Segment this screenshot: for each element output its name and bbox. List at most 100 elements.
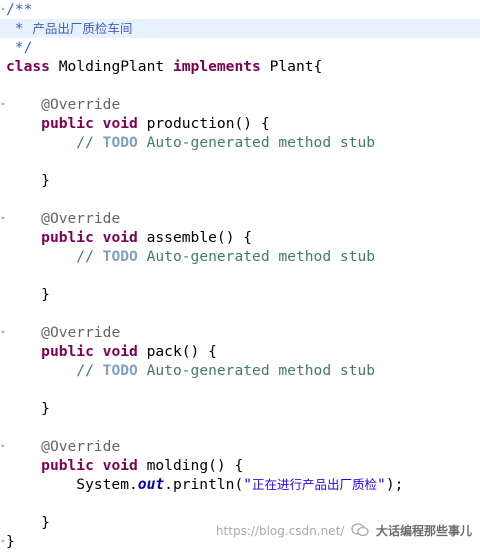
code-line-content: // TODO Auto-generated method stub xyxy=(6,248,375,265)
code-token: System. xyxy=(6,476,138,493)
code-token: // xyxy=(76,134,103,151)
code-line[interactable]: // TODO Auto-generated method stub xyxy=(0,133,480,152)
code-token: } xyxy=(6,172,50,189)
code-line[interactable]: class MoldingPlant implements Plant{ xyxy=(0,57,480,76)
fold-marker-icon[interactable]: ▸ xyxy=(1,328,6,336)
code-line[interactable] xyxy=(0,304,480,323)
code-token: ); xyxy=(385,476,404,493)
code-token: implements xyxy=(172,58,261,75)
watermark-account: 大话编程那些事儿 xyxy=(375,524,472,538)
code-line-content: } xyxy=(6,533,15,550)
code-line-content: @Override xyxy=(6,96,120,113)
code-token: Auto-generated method stub xyxy=(137,362,376,379)
code-token: void xyxy=(102,457,138,474)
code-line[interactable] xyxy=(0,418,480,437)
code-line-content: /** xyxy=(6,1,32,18)
wechat-logo-icon xyxy=(351,523,369,540)
code-line-content: System.out.println("正在进行产品出厂质检"); xyxy=(6,476,403,493)
code-token: class xyxy=(6,58,50,75)
code-token: Auto-generated method stub xyxy=(137,134,376,151)
code-line[interactable]: /** xyxy=(0,0,480,19)
code-token: /** xyxy=(6,1,33,18)
watermark: https://blog.csdn.net/ 大话编程那些事儿 xyxy=(216,522,472,540)
code-line[interactable]: public void pack() { xyxy=(0,342,480,361)
code-token: void xyxy=(102,229,138,246)
code-token: */ xyxy=(6,39,33,56)
code-line[interactable]: @Override xyxy=(0,437,480,456)
code-token: @Override xyxy=(41,210,121,227)
code-token: @Override xyxy=(41,438,121,455)
code-token: @Override xyxy=(41,324,121,341)
code-line[interactable]: public void molding() { xyxy=(0,456,480,475)
code-line-content: public void pack() { xyxy=(6,343,217,360)
code-line[interactable]: // TODO Auto-generated method stub xyxy=(0,247,480,266)
code-line[interactable] xyxy=(0,380,480,399)
code-token: out xyxy=(137,476,165,493)
code-line[interactable]: } xyxy=(0,399,480,418)
code-line-content: @Override xyxy=(6,438,120,455)
code-token: public xyxy=(41,457,94,474)
code-line[interactable] xyxy=(0,494,480,513)
code-line[interactable]: * 产品出厂质检车间 xyxy=(0,19,480,38)
fold-marker-icon[interactable]: ▸ xyxy=(1,5,6,13)
code-line[interactable]: @Override xyxy=(0,323,480,342)
code-line[interactable]: @Override xyxy=(0,95,480,114)
code-line[interactable] xyxy=(0,76,480,95)
code-token: " xyxy=(243,476,253,493)
code-token: * xyxy=(6,20,33,37)
code-line-content: } xyxy=(6,172,50,189)
code-line[interactable]: @Override xyxy=(0,209,480,228)
code-line[interactable] xyxy=(0,190,480,209)
code-line[interactable]: } xyxy=(0,171,480,190)
fold-marker-icon[interactable]: ▸ xyxy=(1,537,6,545)
code-line-content: // TODO Auto-generated method stub xyxy=(6,362,375,379)
code-line[interactable]: public void assemble() { xyxy=(0,228,480,247)
code-line-content: * 产品出厂质检车间 xyxy=(6,20,133,37)
code-line-content: } xyxy=(6,286,50,303)
code-token: production() { xyxy=(137,115,270,132)
code-line[interactable] xyxy=(0,152,480,171)
code-line-content: } xyxy=(6,400,50,417)
code-line[interactable]: public void production() { xyxy=(0,114,480,133)
code-token: } xyxy=(6,533,15,550)
code-line[interactable]: } xyxy=(0,285,480,304)
code-token: } xyxy=(6,400,50,417)
code-token: TODO xyxy=(102,134,138,151)
code-token: TODO xyxy=(102,362,138,379)
code-token: // xyxy=(76,362,103,379)
code-token: void xyxy=(102,343,138,360)
code-line-content: // TODO Auto-generated method stub xyxy=(6,134,375,151)
code-token: 产品出厂质检车间 xyxy=(32,21,133,36)
code-token: } xyxy=(6,286,50,303)
code-token: @Override xyxy=(41,96,121,113)
code-token: assemble() { xyxy=(137,229,253,246)
code-line[interactable] xyxy=(0,266,480,285)
code-token: MoldingPlant xyxy=(49,58,173,75)
code-line-content: */ xyxy=(6,39,33,56)
fold-marker-icon[interactable]: ▸ xyxy=(1,100,6,108)
code-token: 正在进行产品出厂质检 xyxy=(252,477,378,492)
fold-marker-icon[interactable]: ▸ xyxy=(1,214,6,222)
code-line[interactable]: System.out.println("正在进行产品出厂质检"); xyxy=(0,475,480,494)
code-line-content: public void molding() { xyxy=(6,457,243,474)
code-token: pack() { xyxy=(137,343,217,360)
code-token: .println( xyxy=(164,476,244,493)
code-token: public xyxy=(41,115,94,132)
code-token: public xyxy=(41,229,94,246)
code-line[interactable]: // TODO Auto-generated method stub xyxy=(0,361,480,380)
code-token: TODO xyxy=(102,248,138,265)
fold-marker-icon[interactable]: ▸ xyxy=(1,442,6,450)
watermark-url: https://blog.csdn.net/ xyxy=(215,524,345,538)
code-editor[interactable]: /** * 产品出厂质检车间 */ class MoldingPlant impl… xyxy=(0,0,480,554)
code-line[interactable]: */ xyxy=(0,38,480,57)
